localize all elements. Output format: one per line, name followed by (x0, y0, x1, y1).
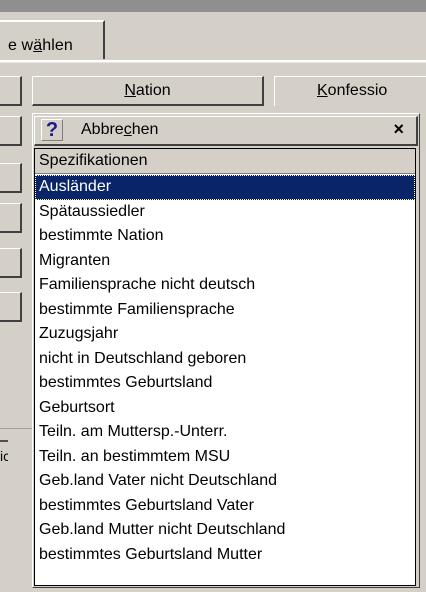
tab-waehlen-label: e wählen (8, 37, 73, 54)
list-item[interactable]: Ausländer (35, 175, 415, 200)
left-button-4[interactable] (0, 203, 22, 233)
nation-button[interactable]: Nation (32, 76, 264, 106)
konfession-button-label: Konfessio (317, 82, 388, 99)
left-button-6[interactable] (0, 292, 22, 322)
cancel-button-label: Abbrechen (81, 121, 159, 138)
list-item[interactable]: bestimmtes Geburtsland Mutter (35, 543, 415, 568)
list-item[interactable]: Teiln. am Muttersp.-Unterr. (35, 420, 415, 445)
left-fragment-label: ic (0, 448, 8, 464)
left-separator (0, 428, 32, 429)
left-button-3[interactable] (0, 163, 22, 193)
konfession-button[interactable]: Konfessio (274, 76, 426, 106)
list-item[interactable]: Geb.land Vater nicht Deutschland (35, 469, 415, 494)
list-item[interactable]: Geburtsort (35, 396, 415, 421)
left-marker (0, 440, 8, 442)
list-header-label: Spezifikationen (39, 152, 148, 169)
close-icon[interactable]: × (393, 120, 404, 138)
list-items: Ausländer Spätaussiedler bestimmte Nation M… (35, 175, 415, 567)
specification-listbox[interactable]: Spezifikationen Ausländer Spätaussiedler b… (34, 148, 416, 586)
list-item[interactable]: bestimmtes Geburtsland (35, 371, 415, 396)
list-item[interactable]: bestimmte Familiensprache (35, 298, 415, 323)
cancel-button[interactable]: ? Abbrechen × (34, 116, 418, 146)
list-item[interactable]: Migranten (35, 249, 415, 274)
nation-button-label: Nation (124, 82, 171, 99)
help-icon[interactable]: ? (41, 119, 63, 141)
left-button-2[interactable] (0, 116, 22, 146)
list-item[interactable]: bestimmte Nation (35, 224, 415, 249)
list-item[interactable]: nicht in Deutschland geboren (35, 347, 415, 372)
list-item[interactable]: Spätaussiedler (35, 200, 415, 225)
list-item[interactable]: Teiln. an bestimmtem MSU (35, 445, 415, 470)
left-button-1[interactable] (0, 76, 22, 106)
list-item[interactable]: Familiensprache nicht deutsch (35, 273, 415, 298)
list-item[interactable]: Geb.land Mutter nicht Deutschland (35, 518, 415, 543)
list-item[interactable]: Zuzugsjahr (35, 322, 415, 347)
left-button-5[interactable] (0, 248, 22, 278)
list-header: Spezifikationen (35, 149, 415, 174)
tab-page-edge-inner (0, 62, 426, 63)
title-strip (0, 0, 426, 12)
list-item[interactable]: bestimmtes Geburtsland Vater (35, 494, 415, 519)
